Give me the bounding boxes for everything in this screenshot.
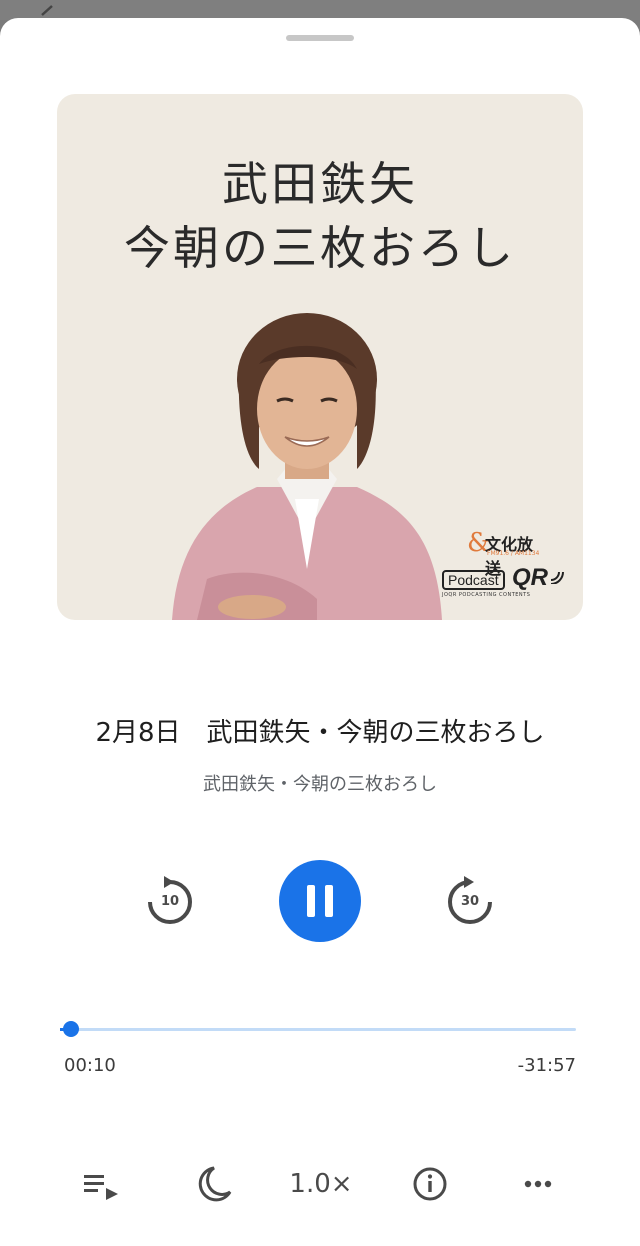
queue-button[interactable]: [80, 1162, 122, 1206]
pause-button[interactable]: [279, 860, 361, 942]
podcast-qr-logo: Podcast QR JOQR PODCASTING CONTENTS: [442, 564, 572, 604]
rewind-seconds: 10: [160, 894, 180, 909]
station-logo: & 文化放送 FM91.6 / AM1134: [467, 528, 547, 578]
episode-artwork: 武田鉄矢 今朝の三枚おろし & 文化放送 FM91.6 / AM1134 Pod…: [57, 94, 583, 620]
info-icon: [413, 1167, 447, 1201]
host-portrait: [172, 313, 442, 620]
progress-thumb[interactable]: [63, 1021, 79, 1037]
status-bar: [0, 0, 640, 20]
sleep-timer-icon: [198, 1166, 232, 1202]
episode-info-button[interactable]: [410, 1162, 450, 1206]
elapsed-time: 00:10: [64, 1055, 116, 1076]
artwork-title-line1: 武田鉄矢: [222, 157, 418, 211]
more-options-button[interactable]: [518, 1162, 558, 1206]
podcast-word: Podcast: [442, 570, 505, 590]
broadcast-waves-icon: [550, 571, 564, 584]
rewind-10-button[interactable]: 10: [144, 872, 196, 928]
back-arrow-icon: [41, 5, 53, 16]
forward-seconds: 30: [460, 894, 480, 909]
artwork-title-line2: 今朝の三枚おろし: [124, 221, 516, 275]
podcast-mark: QR: [512, 564, 548, 591]
progress-scrubber[interactable]: [60, 1020, 576, 1040]
show-title[interactable]: 武田鉄矢・今朝の三枚おろし: [0, 770, 640, 796]
queue-icon: [84, 1175, 118, 1200]
pause-icon-bar: [325, 885, 333, 917]
drag-handle[interactable]: [286, 35, 354, 41]
remaining-time: -31:57: [517, 1055, 576, 1076]
episode-title: 2月8日 武田鉄矢・今朝の三枚おろし: [95, 718, 545, 748]
pause-icon: [307, 885, 315, 917]
forward-30-button[interactable]: 30: [444, 872, 496, 928]
station-frequency: FM91.6 / AM1134: [487, 550, 540, 557]
sleep-timer-button[interactable]: [192, 1162, 234, 1206]
podcast-tagline: JOQR PODCASTING CONTENTS: [442, 592, 531, 598]
playback-speed-button[interactable]: 1.0×: [288, 1162, 354, 1206]
more-icon: [524, 1180, 552, 1188]
progress-track[interactable]: [60, 1028, 576, 1031]
